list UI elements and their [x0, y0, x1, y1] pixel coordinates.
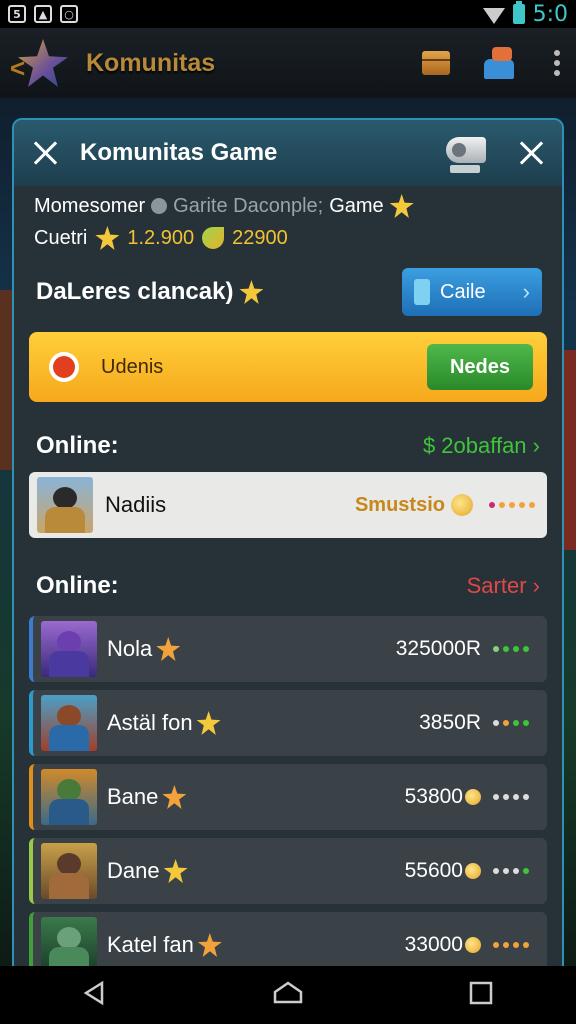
- avatar: [41, 769, 97, 825]
- smiley-star-icon: [163, 859, 188, 883]
- smiley-star-icon: [196, 711, 221, 735]
- status-bar: 5 ▲ ○ 5:0: [0, 0, 576, 28]
- more-dots-icon[interactable]: [493, 720, 529, 726]
- nedes-button[interactable]: Nedes: [427, 344, 533, 390]
- player-name: Bane: [107, 784, 187, 810]
- profile-subtitle: Garite Daconple;: [173, 194, 324, 217]
- event-banner[interactable]: Udenis Nedes: [29, 332, 547, 402]
- leaf-coin-icon: [202, 227, 225, 249]
- avatar: [41, 917, 97, 966]
- banner-label: Udenis: [101, 355, 164, 378]
- section-heading-text: DaLeres clancak): [36, 278, 234, 305]
- home-icon[interactable]: [271, 980, 305, 1011]
- status-dot-icon: [151, 198, 168, 214]
- star-icon: [197, 933, 222, 957]
- featured-player-row[interactable]: Nadiis Smustsio: [29, 472, 547, 538]
- profile-line: Momesomer Garite Daconple; Game: [34, 194, 542, 218]
- player-score: 33000: [405, 933, 529, 957]
- profile-label: Momesomer: [34, 194, 146, 217]
- background-decoration: [564, 350, 576, 550]
- close-icon[interactable]: [518, 140, 544, 166]
- player-name: Astäl fon: [107, 710, 221, 736]
- coin-icon: [465, 863, 481, 879]
- online-link[interactable]: Sarter ›: [467, 573, 540, 599]
- more-dots-icon[interactable]: [493, 646, 529, 652]
- star-icon: [95, 226, 120, 250]
- star-currency-value: 1.2.900: [127, 226, 195, 249]
- more-dots-icon[interactable]: [493, 794, 529, 800]
- character-icon[interactable]: [480, 45, 518, 81]
- player-status: Smustsio: [355, 494, 535, 517]
- online-title: Online:: [36, 572, 119, 599]
- player-name: Dane: [107, 858, 188, 884]
- smiley-star-icon: [239, 280, 264, 304]
- coin-currency-value: 22900: [232, 226, 288, 249]
- chevron-right-icon: ›: [522, 279, 530, 304]
- overflow-menu-icon[interactable]: [548, 50, 566, 76]
- player-row[interactable]: Katel fan 33000: [29, 912, 547, 966]
- currency-line: Cuetri 1.2.900 22900: [34, 226, 542, 250]
- game-logo-icon[interactable]: <: [10, 35, 76, 91]
- coin-icon: [465, 789, 481, 805]
- clock: 5:0: [532, 1, 568, 27]
- player-score: 53800: [405, 785, 529, 809]
- navigation-bar: [0, 966, 576, 1024]
- avatar: [41, 695, 97, 751]
- cale-button-label: Caile: [440, 280, 486, 303]
- online-title: Online:: [36, 432, 119, 459]
- star-icon: [156, 637, 181, 661]
- coin-icon: [465, 937, 481, 953]
- notification-icon: 5: [8, 5, 26, 23]
- chest-icon[interactable]: [422, 51, 450, 75]
- more-dots-icon[interactable]: [493, 942, 529, 948]
- community-dialog: Komunitas Game Momesomer Garite Daconple…: [12, 118, 564, 968]
- record-icon: [49, 352, 79, 382]
- more-dots-icon[interactable]: [493, 868, 529, 874]
- back-icon[interactable]: [82, 980, 108, 1011]
- more-dots-icon[interactable]: [489, 502, 535, 508]
- dialog-title: Komunitas Game: [80, 139, 278, 166]
- app-title: Komunitas: [86, 48, 216, 77]
- cale-button[interactable]: Caile ›: [402, 268, 542, 316]
- player-name: Nola: [107, 636, 181, 662]
- player-name: Nadiis: [105, 492, 167, 517]
- player-score: 55600: [405, 859, 529, 883]
- dialog-header: Komunitas Game: [14, 120, 562, 186]
- player-row[interactable]: Bane 53800: [29, 764, 547, 830]
- online-section-header: Online: $ 2obaffan ›: [14, 432, 562, 460]
- camera-icon[interactable]: [442, 131, 488, 175]
- app-bar: < Komunitas: [0, 28, 576, 98]
- section-heading: DaLeres clancak): [36, 278, 264, 306]
- door-icon: [414, 279, 430, 305]
- player-row[interactable]: Nola 325000R: [29, 616, 547, 682]
- avatar: [41, 843, 97, 899]
- player-score: 3850R: [419, 711, 529, 735]
- star-icon: [162, 785, 187, 809]
- alert-notification-icon: ○: [60, 5, 78, 23]
- game-label: Game: [329, 194, 384, 217]
- avatar: [37, 477, 93, 533]
- coin-icon: [451, 494, 473, 516]
- online-section-header: Online: Sarter ›: [14, 572, 562, 600]
- currency-label: Cuetri: [34, 226, 88, 249]
- player-score: 325000R: [396, 637, 529, 661]
- image-notification-icon: ▲: [34, 5, 52, 23]
- battery-icon: [512, 1, 525, 24]
- player-row[interactable]: Astäl fon 3850R: [29, 690, 547, 756]
- star-icon: [389, 194, 414, 218]
- recent-apps-icon[interactable]: [468, 980, 494, 1011]
- player-row[interactable]: Dane 55600: [29, 838, 547, 904]
- avatar: [41, 621, 97, 677]
- close-icon[interactable]: [32, 140, 58, 166]
- wifi-icon: [482, 8, 505, 24]
- player-list: Nola 325000R Astäl fon 3850R Bane 53800 …: [14, 616, 562, 966]
- online-link[interactable]: $ 2obaffan ›: [423, 433, 540, 459]
- player-name: Katel fan: [107, 932, 222, 958]
